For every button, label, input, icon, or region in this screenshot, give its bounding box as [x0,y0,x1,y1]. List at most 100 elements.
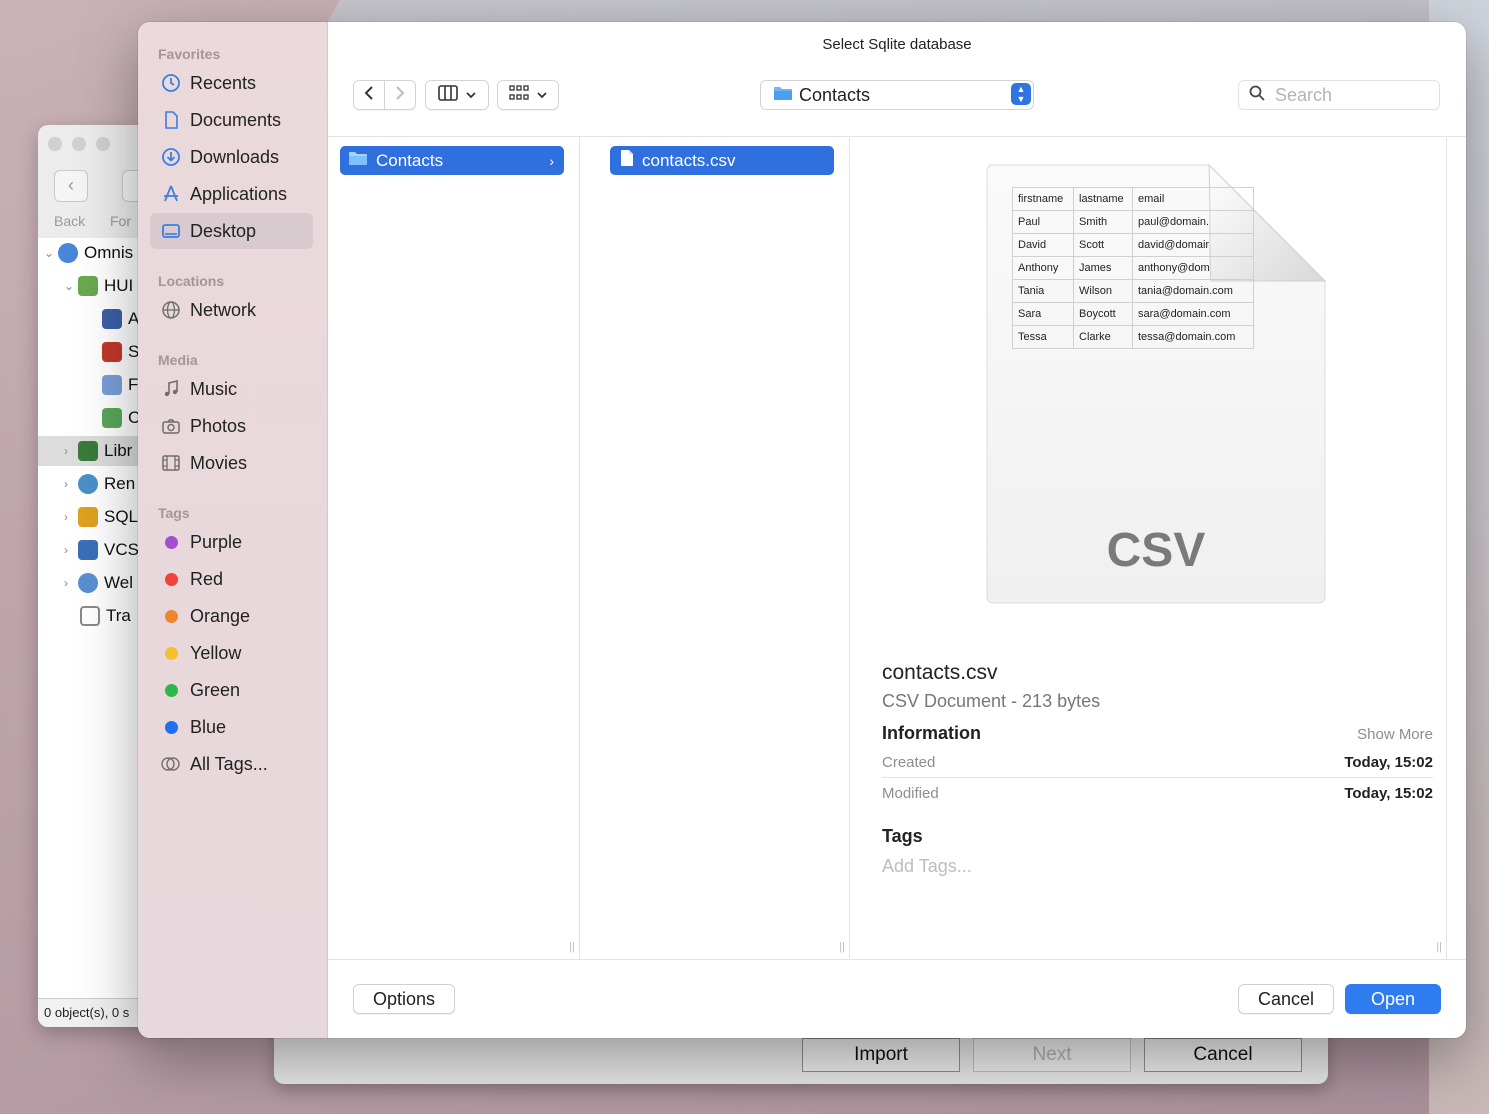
locations-header: Locations [158,273,225,289]
sidebar-item-downloads[interactable]: Downloads [150,139,313,175]
column-resize-handle[interactable]: || [839,941,845,953]
next-button[interactable]: Next [973,1038,1131,1072]
sidebar-tag-yellow[interactable]: Yellow [150,635,313,671]
sidebar-item-label: Network [190,299,257,320]
column-resize-handle[interactable]: || [1436,941,1442,953]
minimize-window-button[interactable] [72,137,86,151]
sidebar-tag-purple[interactable]: Purple [150,524,313,560]
back-button[interactable]: ‹ [54,170,88,202]
sidebar-item-label: Green [190,679,241,700]
browser-column-2: contacts.csv || [598,137,850,959]
tree-row-label: Omnis [84,243,134,262]
information-header: Information [882,723,981,743]
table-row: Anthony James anthony@dom [1012,256,1254,280]
cancel-import-button[interactable]: Cancel [1144,1038,1302,1072]
add-tags-field[interactable]: Add Tags... [882,856,972,877]
sidebar-item-label: Downloads [190,146,280,167]
sidebar-item-recents[interactable]: Recents [150,65,313,101]
table-cell: Tania [1012,279,1074,303]
tag-dot-icon [160,605,182,627]
tree-row[interactable]: › VCS [64,535,139,565]
clock-icon [160,72,182,94]
sidebar-item-applications[interactable]: Applications [150,176,313,212]
table-cell: Wilson [1073,279,1133,303]
search-field[interactable] [1238,80,1440,110]
chevron-right-icon: › [549,152,554,169]
tag-dot-icon [160,568,182,590]
sidebar-item-photos[interactable]: Photos [150,408,313,444]
chevron-right-icon [395,85,405,106]
open-button[interactable]: Open [1345,984,1441,1014]
chevron-right-icon: › [64,543,68,557]
show-more-link[interactable]: Show More [1357,726,1433,743]
sidebar-item-network[interactable]: Network [150,292,313,328]
popup-arrows-icon: ▲ ▼ [1011,83,1031,105]
cancel-button[interactable]: Cancel [1238,984,1334,1014]
view-mode-button[interactable] [425,80,489,110]
table-cell: Boycott [1073,302,1133,326]
column-resize-handle[interactable]: || [569,941,575,953]
close-window-button[interactable] [48,137,62,151]
table-cell: Tessa [1012,325,1074,349]
sidebar-item-label: All Tags... [190,753,268,774]
tree-row[interactable]: › Wel [64,568,133,598]
table-cell: anthony@dom [1132,256,1254,280]
list-item-contacts-csv[interactable]: contacts.csv [610,146,834,175]
tree-row[interactable]: ⌄ HUI [64,271,133,301]
back-nav-button[interactable] [353,80,385,110]
sidebar-item-label: Orange [190,605,251,626]
vcs-icon [78,540,98,560]
forward-nav-button[interactable] [384,80,416,110]
modified-row: Modified Today, 15:02 [882,778,1433,808]
tree-row-label: Ren [104,474,136,493]
sidebar-tag-blue[interactable]: Blue [150,709,313,745]
tree-row[interactable]: Tra [80,601,131,631]
zoom-window-button[interactable] [96,137,110,151]
search-input[interactable] [1273,83,1427,107]
location-popup[interactable]: Contacts ▲ ▼ [760,80,1034,110]
tree-row-label: Tra [106,606,131,625]
tree-row[interactable]: ⌄ Omnis [44,238,133,268]
remote-icon [78,474,98,494]
options-button[interactable]: Options [353,984,455,1014]
list-item-contacts-folder[interactable]: Contacts › [340,146,564,175]
sidebar-item-label: Recents [190,72,257,93]
tree-row[interactable]: › Ren [64,469,135,499]
sidebar: Favorites Recents Documents Downloads Ap… [138,22,328,1038]
preview-column: firstname lastname email Paul Smith paul@d… [868,137,1447,959]
window-controls [48,137,110,151]
table-cell: david@domair [1132,233,1254,257]
table-row: Sara Boycott sara@domain.com [1012,302,1254,326]
tree-row[interactable]: C [102,403,140,433]
chevron-left-icon [364,85,374,106]
library-icon [78,276,98,296]
import-button[interactable]: Import [802,1038,960,1072]
tags-header: Tags [158,505,190,521]
modified-label: Modified [882,784,939,802]
chevron-down-icon [466,86,476,104]
sidebar-item-music[interactable]: Music [150,371,313,407]
chevron-right-icon: › [64,510,68,524]
sidebar-item-label: Applications [190,183,288,204]
tree-row-label: SQL [104,507,139,526]
sidebar-all-tags[interactable]: All Tags... [150,746,313,782]
sidebar-tag-green[interactable]: Green [150,672,313,708]
chevron-right-icon: › [64,477,68,491]
created-value: Today, 15:02 [1344,753,1433,771]
group-by-button[interactable] [497,80,559,110]
tree-row[interactable]: A [102,304,139,334]
tree-row[interactable]: S [102,337,139,367]
table-cell: David [1012,233,1074,257]
tree-row[interactable]: › SQL [64,502,138,532]
sidebar-item-documents[interactable]: Documents [150,102,313,138]
main-pane: Select Sqlite database Contacts ▲ ▼ Sear… [328,22,1466,1038]
tree-row[interactable]: F [102,370,138,400]
sidebar-item-movies[interactable]: Movies [150,445,313,481]
sidebar-tag-red[interactable]: Red [150,561,313,597]
table-cell: Smith [1073,210,1133,234]
favorites-header: Favorites [158,46,221,62]
tree-row-label: VCS [104,540,139,559]
sidebar-tag-orange[interactable]: Orange [150,598,313,634]
sidebar-item-desktop[interactable]: Desktop [150,213,313,249]
books-icon [78,441,98,461]
